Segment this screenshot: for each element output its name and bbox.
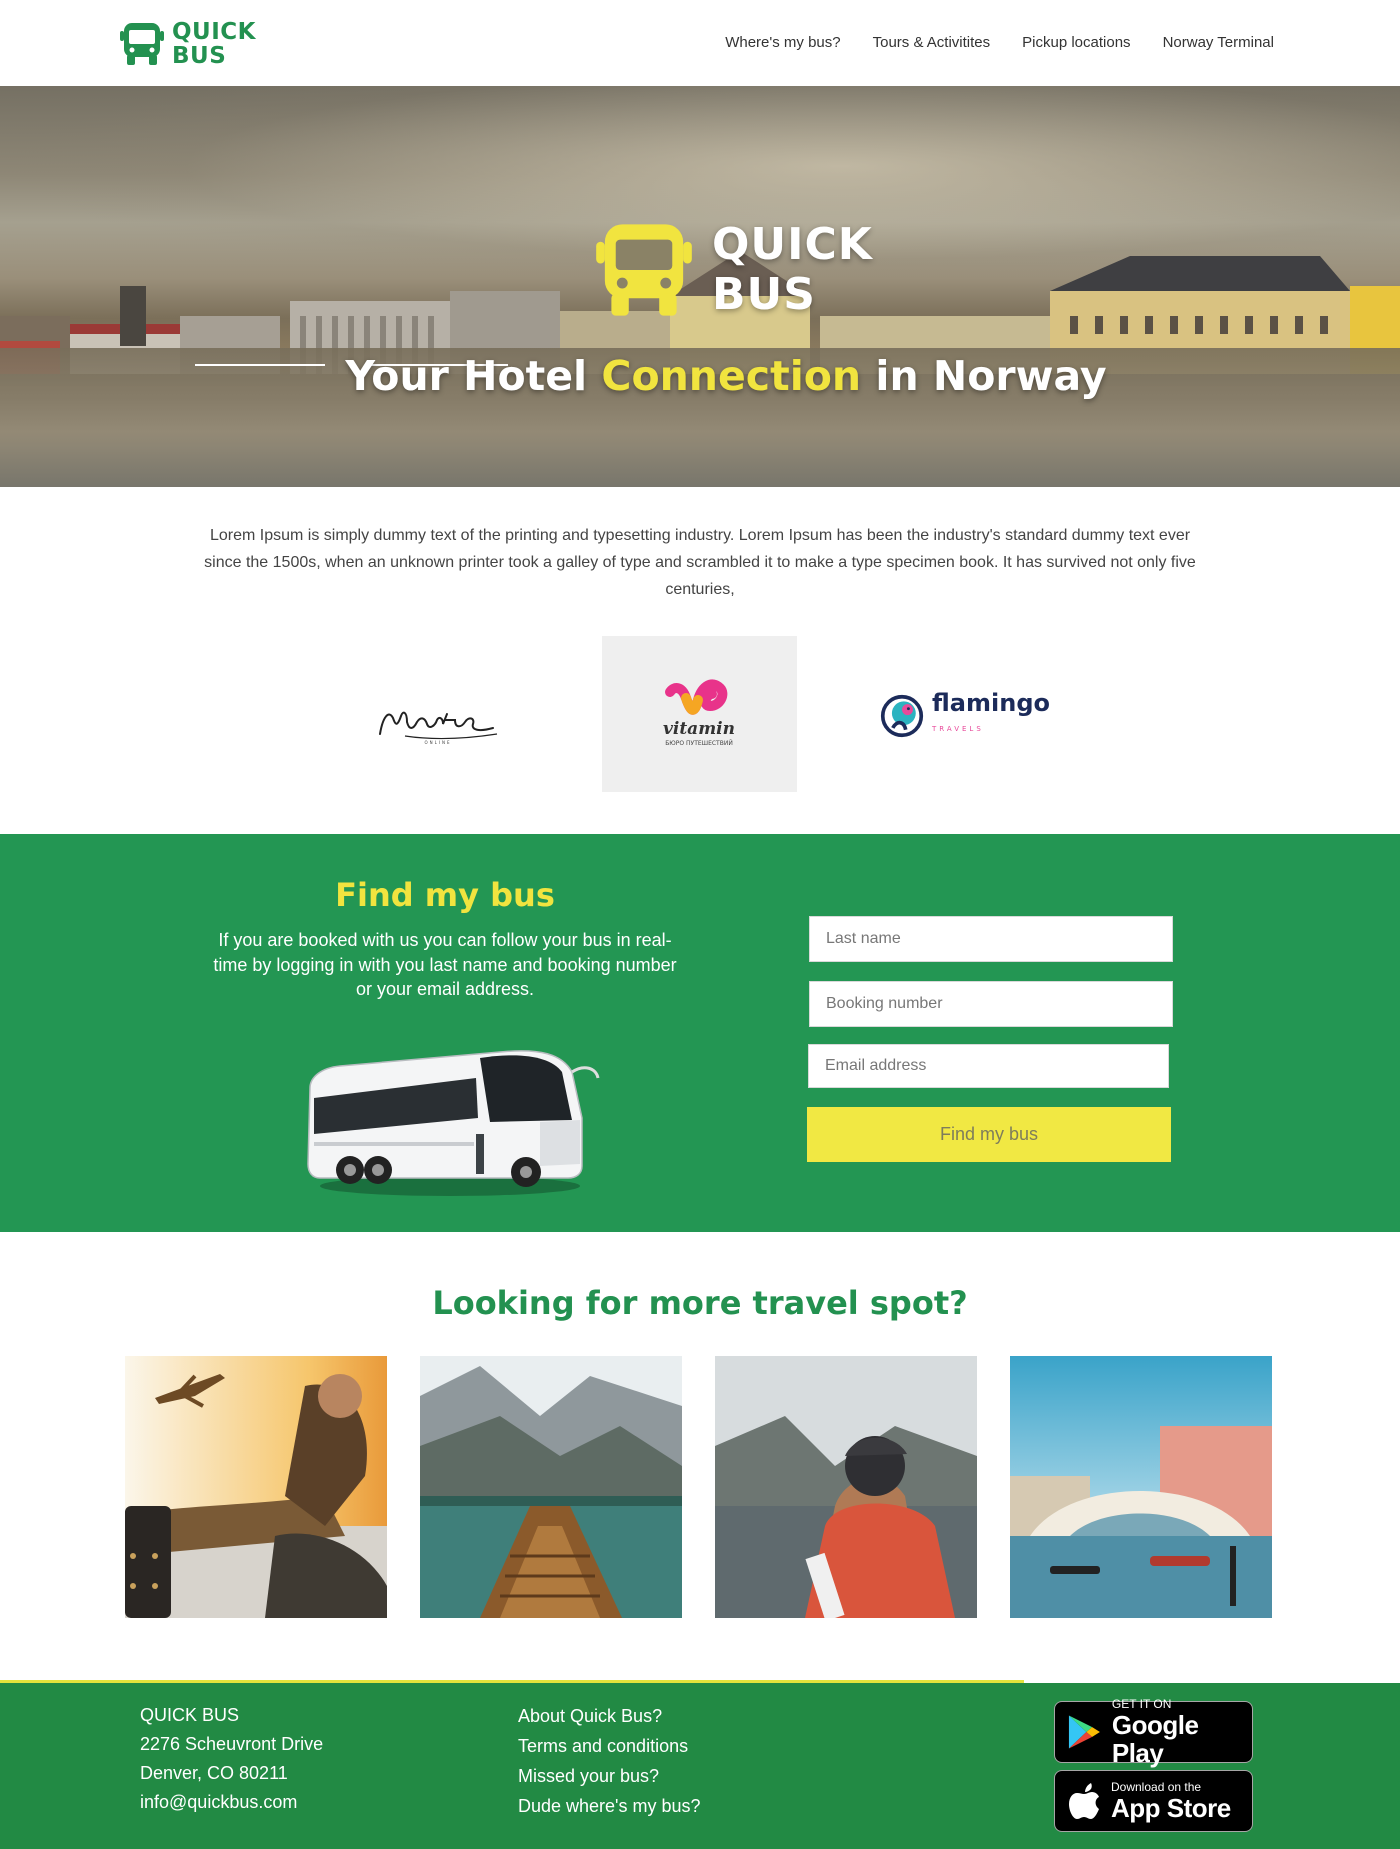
partner-logo-vitamin: vitamin БЮРО ПУТЕШЕСТВИЙ	[602, 636, 797, 792]
logo-text: QUICK BUS	[172, 19, 256, 69]
find-my-bus-button[interactable]: Find my bus	[807, 1107, 1171, 1162]
travel-spot-venice[interactable]	[1010, 1356, 1272, 1618]
find-bus-title: Find my bus	[335, 876, 555, 914]
partner-logo-monte: ONLINE	[375, 696, 505, 746]
google-play-icon	[1068, 1715, 1100, 1749]
footer-company-name: QUICK BUS	[140, 1705, 240, 1725]
coach-bus-image	[307, 1050, 600, 1196]
footer-link-missed-bus[interactable]: Missed your bus?	[518, 1761, 701, 1791]
nav-norway-terminal[interactable]: Norway Terminal	[1163, 34, 1274, 51]
bus-icon	[120, 23, 164, 65]
bus-icon	[596, 224, 692, 316]
last-name-input[interactable]	[809, 916, 1173, 962]
vitamin-sub: БЮРО ПУТЕШЕСТВИЙ	[665, 740, 733, 747]
google-play-badge[interactable]: GET IT ON Google Play	[1054, 1697, 1253, 1767]
travel-spot-backpacker[interactable]	[715, 1356, 977, 1618]
email-address-input[interactable]	[808, 1044, 1169, 1088]
nav-wheres-my-bus[interactable]: Where's my bus?	[725, 34, 840, 51]
partner-logo-flamingo: flamingo TRAVELS	[880, 688, 1050, 744]
footer-email-link[interactable]: info@quickbus.com	[140, 1788, 323, 1817]
footer-contact: QUICK BUS 2276 Scheuvront Drive Denver, …	[140, 1701, 323, 1817]
app-store-text: Download on the App Store	[1111, 1780, 1231, 1823]
flamingo-wordmark: flamingo TRAVELS	[932, 689, 1050, 733]
footer-link-terms[interactable]: Terms and conditions	[518, 1731, 701, 1761]
hero-banner: QUICK BUS Your Hotel Connection in Norway	[0, 86, 1400, 487]
footer-link-wheres-my-bus[interactable]: Dude where's my bus?	[518, 1791, 701, 1821]
site-header: QUICK BUS Where's my bus? Tours & Activit…	[0, 0, 1400, 86]
footer-address-line2: Denver, CO 80211	[140, 1763, 288, 1783]
google-play-text: GET IT ON Google Play	[1111, 1697, 1199, 1768]
hero-title-highlight: Connection	[601, 352, 862, 400]
vitamin-name: vitamin	[663, 719, 735, 739]
app-store-badge[interactable]: Download on the App Store	[1054, 1770, 1253, 1832]
flamingo-icon	[880, 694, 924, 738]
footer-links: About Quick Bus? Terms and conditions Mi…	[518, 1701, 701, 1821]
travel-spot-airport[interactable]	[125, 1356, 387, 1618]
travel-spots-title: Looking for more travel spot?	[432, 1284, 968, 1322]
site-logo[interactable]: QUICK BUS	[120, 20, 256, 68]
main-nav: Where's my bus? Tours & Activitites Pick…	[725, 34, 1274, 51]
intro-text: Lorem Ipsum is simply dummy text of the …	[204, 527, 1196, 598]
hero-title: Your Hotel Connection in Norway	[345, 352, 1107, 400]
partner-logos: ONLINE vitamin БЮРО ПУТЕШЕСТВИЙ flamingo…	[0, 636, 1400, 792]
site-footer: QUICK BUS 2276 Scheuvront Drive Denver, …	[0, 1683, 1400, 1849]
nav-tours-activities[interactable]: Tours & Activitites	[873, 34, 991, 51]
travel-spot-lake-boat[interactable]	[420, 1356, 682, 1618]
hero-logo-text: QUICK BUS	[712, 219, 873, 320]
nav-pickup-locations[interactable]: Pickup locations	[1022, 34, 1130, 51]
monte-sub: ONLINE	[424, 740, 451, 745]
apple-icon	[1069, 1783, 1099, 1819]
booking-number-input[interactable]	[809, 981, 1173, 1027]
hero-logo: QUICK BUS	[594, 220, 873, 320]
find-bus-section: Find my bus If you are booked with us yo…	[0, 834, 1400, 1232]
find-bus-description: If you are booked with us you can follow…	[213, 930, 677, 999]
footer-link-about[interactable]: About Quick Bus?	[518, 1701, 701, 1731]
footer-address-line1: 2276 Scheuvront Drive	[140, 1734, 324, 1754]
